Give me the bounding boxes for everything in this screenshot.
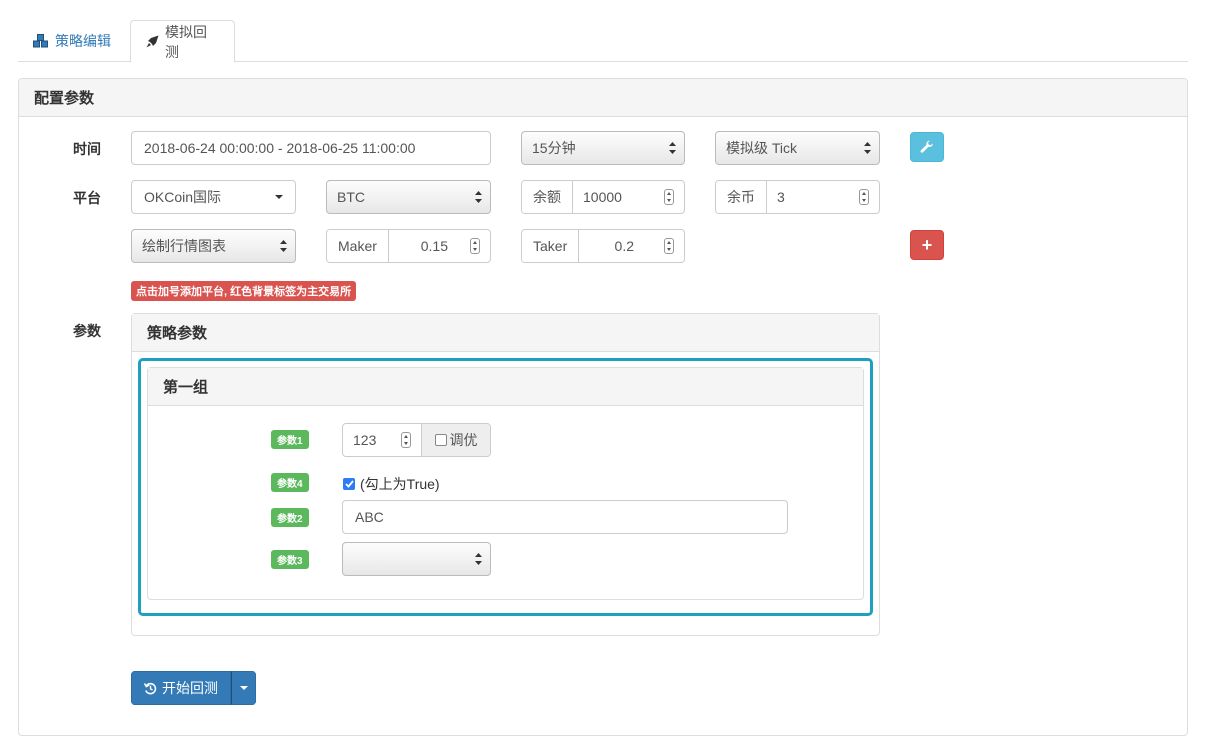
taker-value: 0.2 [614,238,634,254]
tab-strategy-edit[interactable]: 策略编辑 [18,20,126,62]
maker-fee-field[interactable]: Maker 0.15 [326,229,491,263]
spinner-icon[interactable] [470,238,480,254]
tab-label: 策略编辑 [55,33,111,49]
plus-icon: + [921,234,933,255]
param1-value: 123 [353,432,377,448]
spinner-icon[interactable] [401,432,411,448]
currency-select[interactable]: BTC [326,180,491,214]
taker-input[interactable]: 0.2 [579,230,684,262]
balance-input[interactable]: 10000 [573,181,684,213]
param2-badge: 参数2 [271,508,309,527]
param3-select[interactable] [342,542,491,576]
tick-mode-value: 模拟级 Tick [726,140,798,156]
param2-value: ABC [355,509,384,525]
maker-input[interactable]: 0.15 [389,230,490,262]
time-label: 时间 [73,141,101,157]
rocket-icon [146,35,159,48]
maker-label: Maker [327,230,389,262]
params-label: 参数 [73,323,101,339]
balance-value: 10000 [583,189,622,205]
maker-value: 0.15 [420,238,448,254]
strategy-params-title: 策略参数 [132,314,879,352]
date-range-input[interactable]: 2018-06-24 00:00:00 - 2018-06-25 11:00:0… [131,131,491,165]
period-value: 15分钟 [532,140,576,156]
select-arrows-icon [475,553,482,565]
param1-tune-label: 调优 [449,432,478,448]
exchange-dropdown[interactable]: OKCoin国际 [131,180,296,214]
spinner-icon[interactable] [664,189,674,205]
balance-label: 余额 [522,181,573,213]
start-backtest-label: 开始回测 [162,680,218,696]
currency-value: BTC [337,189,365,205]
param2-input[interactable]: ABC [342,500,788,534]
param4-checkbox[interactable]: (勾上为True) [343,474,440,494]
spinner-icon[interactable] [859,189,869,205]
select-arrows-icon [669,142,676,154]
tick-mode-select[interactable]: 模拟级 Tick [715,131,880,165]
exchange-value: OKCoin国际 [144,189,222,205]
param-group-panel: 第一组 [147,367,864,600]
cubes-icon [33,34,49,48]
taker-fee-field[interactable]: Taker 0.2 [521,229,685,263]
wrench-icon [920,140,933,153]
chart-option-select[interactable]: 绘制行情图表 [131,229,296,263]
param1-field[interactable]: 123 调优 [342,423,491,457]
coins-label: 余币 [716,181,767,213]
coins-value: 3 [777,189,785,205]
start-backtest-dropdown-toggle[interactable] [231,671,256,705]
param3-badge: 参数3 [271,550,309,569]
settings-button[interactable] [910,132,944,162]
coins-field[interactable]: 余币 3 [715,180,880,214]
param4-text: (勾上为True) [360,476,440,492]
checkbox-checked-icon[interactable] [343,478,355,490]
date-range-value: 2018-06-24 00:00:00 - 2018-06-25 11:00:0… [144,140,416,156]
chevron-down-icon [275,195,283,199]
balance-field[interactable]: 余额 10000 [521,180,685,214]
spinner-icon[interactable] [664,238,674,254]
start-backtest-button[interactable]: 开始回测 [131,671,231,705]
platform-label: 平台 [73,190,101,206]
tab-bar: 策略编辑 模拟回测 [18,20,1188,63]
add-platform-button[interactable]: + [910,230,944,260]
chart-option-value: 绘制行情图表 [142,238,226,254]
select-arrows-icon [280,240,287,252]
tab-simulate-backtest[interactable]: 模拟回测 [130,20,235,63]
start-backtest-button-group: 开始回测 [131,671,256,705]
param1-tune-toggle[interactable]: 调优 [421,424,490,456]
select-arrows-icon [864,142,871,154]
param1-input[interactable]: 123 [343,424,421,456]
platform-hint-badge: 点击加号添加平台, 红色背景标签为主交易所 [131,281,357,301]
param4-badge: 参数4 [271,473,309,492]
chevron-down-icon [239,686,248,690]
param1-badge: 参数1 [271,430,309,449]
history-icon [144,682,157,694]
coins-input[interactable]: 3 [767,181,879,213]
period-select[interactable]: 15分钟 [521,131,685,165]
checkbox-icon[interactable] [434,434,447,446]
select-arrows-icon [475,191,482,203]
param-group-title: 第一组 [148,368,863,406]
tab-label: 模拟回测 [165,23,207,60]
panel-title: 配置参数 [19,79,1187,117]
taker-label: Taker [522,230,580,262]
